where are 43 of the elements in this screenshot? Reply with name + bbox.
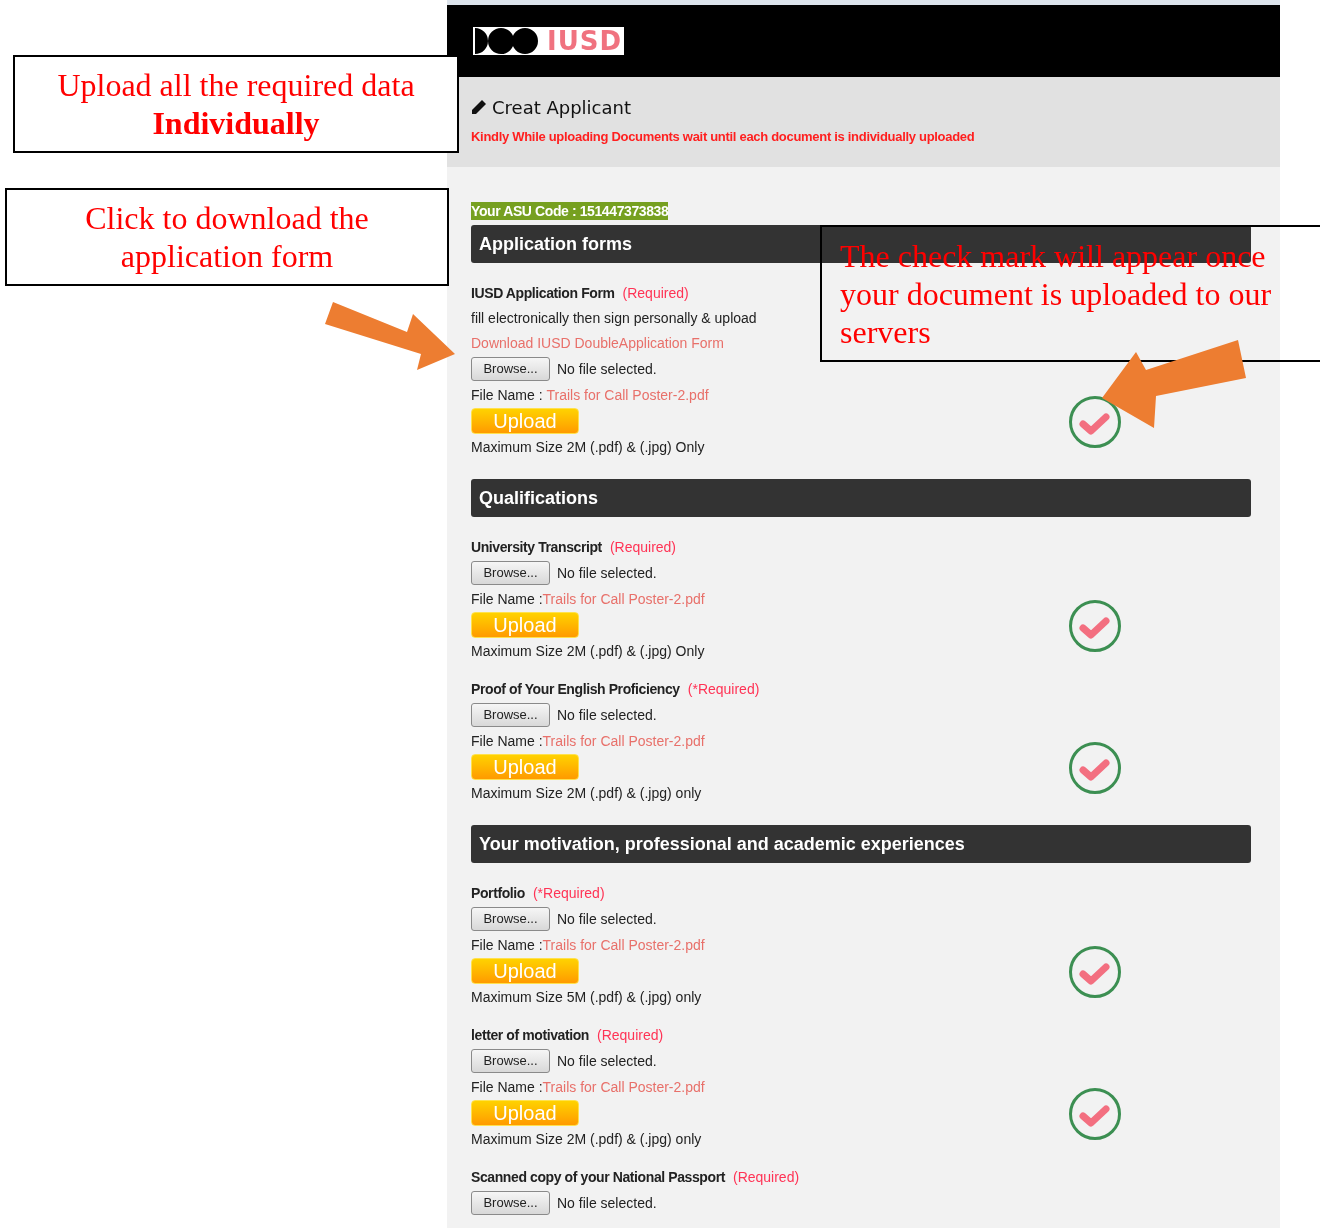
field-description: fill electronically then sign personally & upload [471, 308, 758, 328]
logo-text: IUSD [547, 28, 623, 54]
required-note: (Required) [597, 1025, 664, 1045]
size-note: Maximum Size 2M (.pdf) & (.jpg) only [471, 783, 703, 803]
required-note: (Required) [609, 537, 677, 557]
field-label: Scanned copy of your National Passport [471, 1167, 725, 1187]
callout-text: Click to download the application form [84, 199, 370, 275]
field-label: IUSD Application Form [471, 283, 615, 303]
required-note: (*Required) [532, 883, 605, 903]
size-note: Maximum Size 2M (.pdf) & (.jpg) Only [471, 437, 706, 457]
field-label: Proof of Your English Proficiency [471, 679, 680, 699]
size-note: Maximum Size 2M (.pdf) & (.jpg) Only [471, 641, 706, 661]
browse-button[interactable]: Browse... [471, 357, 550, 381]
file-name-label: File Name : [471, 589, 543, 609]
file-status: No file selected. [557, 1051, 657, 1071]
browse-button[interactable]: Browse... [471, 1049, 550, 1073]
notice-text: Kindly While uploading Documents wait until each document is individually uploaded [471, 128, 976, 146]
required-note: (Required) [622, 283, 689, 303]
file-status: No file selected. [557, 563, 657, 583]
browse-button[interactable]: Browse... [471, 703, 550, 727]
file-status: No file selected. [557, 359, 657, 379]
browse-button[interactable]: Browse... [471, 561, 550, 585]
page-title: Creat Applicant [492, 95, 632, 120]
field-label: University Transcript [471, 537, 602, 557]
browse-button[interactable]: Browse... [471, 907, 550, 931]
file-status: No file selected. [557, 909, 657, 929]
file-name-label: File Name : [471, 731, 543, 751]
file-status: No file selected. [557, 1193, 657, 1213]
file-name-label: File Name : [471, 1077, 543, 1097]
file-status: No file selected. [557, 705, 657, 725]
file-name-label: File Name : [471, 935, 543, 955]
section-header: Qualifications [471, 479, 1251, 517]
size-note: Maximum Size 2M (.pdf) & (.jpg) only [471, 1129, 703, 1149]
field-label: letter of motivation [471, 1025, 589, 1045]
file-name: Trails for Call Poster-2.pdf [546, 385, 709, 405]
callout-text: Upload all the required data Individually [56, 66, 416, 142]
required-note: (Required) [732, 1167, 800, 1187]
required-note: (*Required) [687, 679, 760, 699]
section-header: Your motivation, professional and academic experiences [471, 825, 1251, 863]
file-name-label: File Name : [471, 385, 544, 405]
size-note: Maximum Size 5M (.pdf) & (.jpg) only [471, 987, 703, 1007]
browse-button[interactable]: Browse... [471, 1191, 550, 1215]
field-label: Portfolio [471, 883, 525, 903]
